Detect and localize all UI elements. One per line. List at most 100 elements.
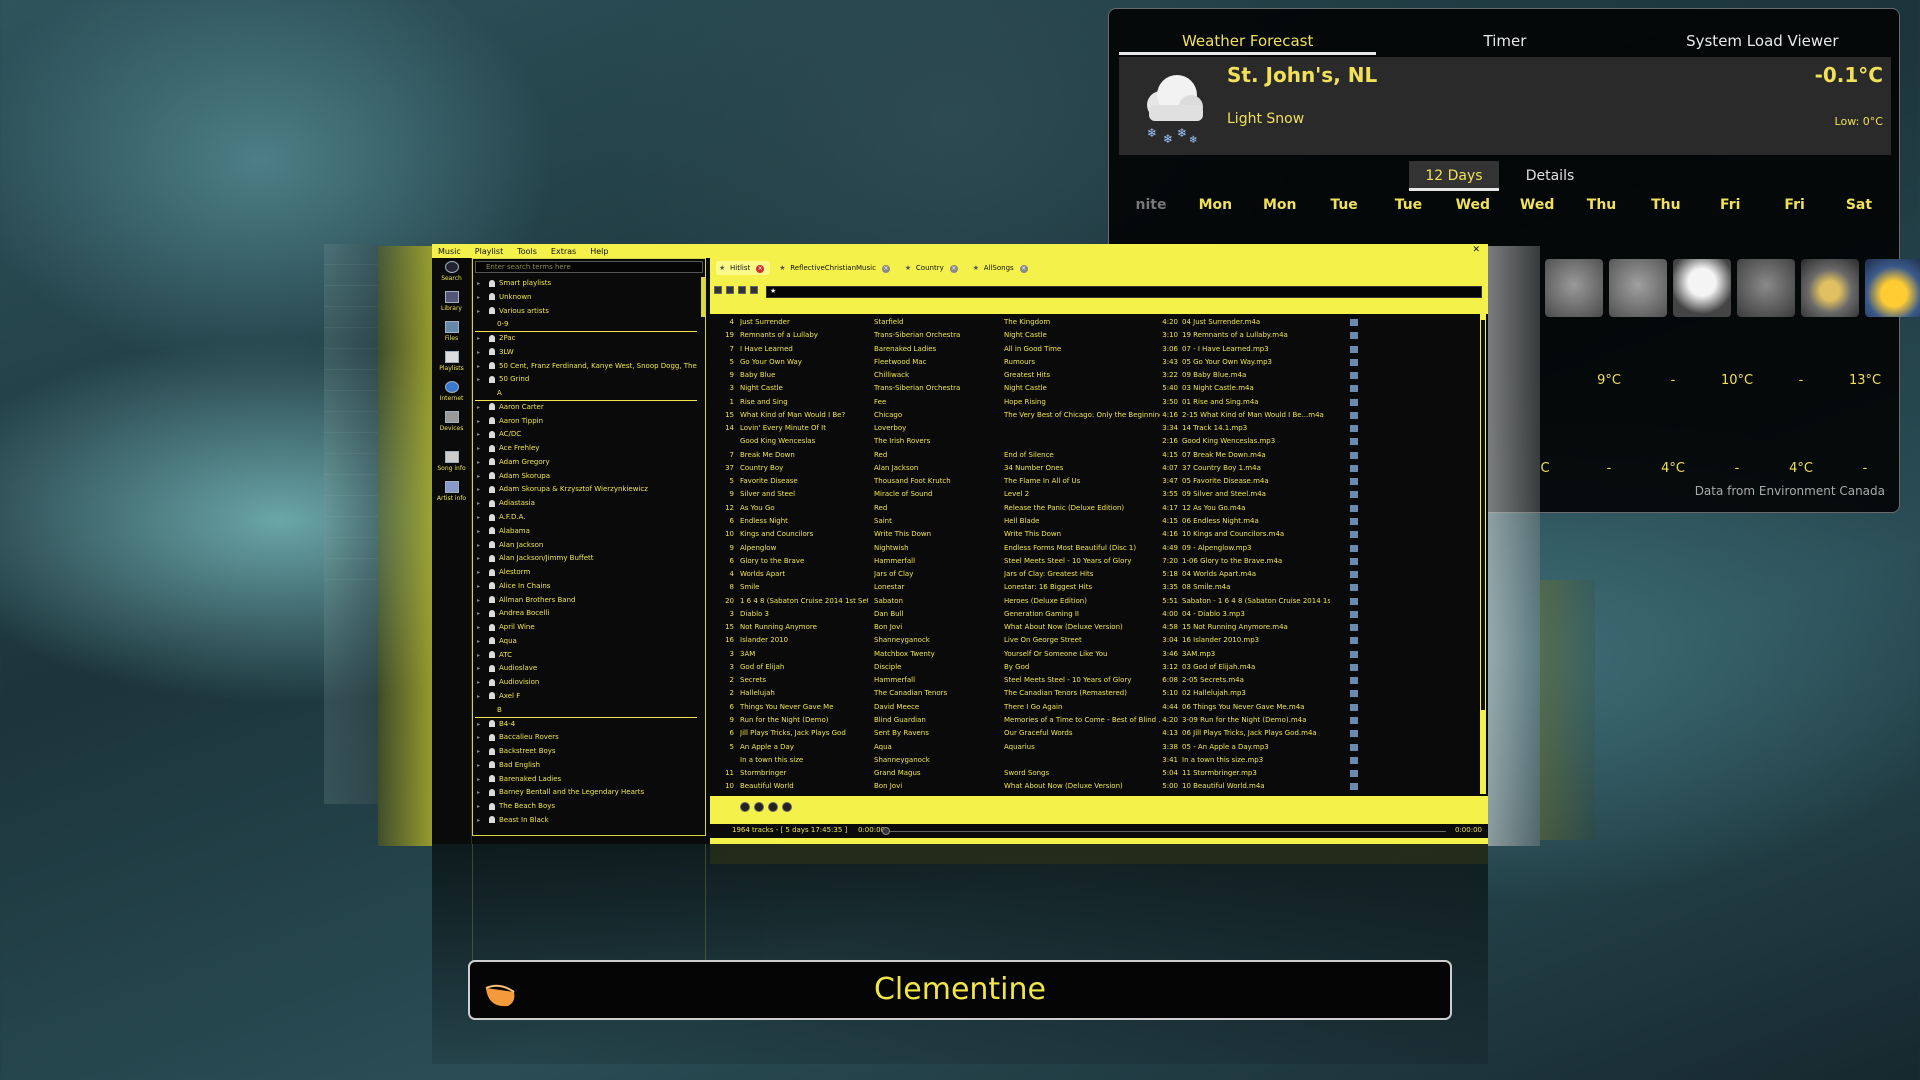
library-item[interactable]: Bad English	[475, 759, 697, 773]
library-item[interactable]: Various artists	[475, 305, 697, 319]
table-row[interactable]: 8 Smile Lonestar Lonestar: 16 Biggest Hits 3…	[714, 581, 1478, 594]
menu-extras[interactable]: Extras	[551, 247, 576, 256]
toolbar-icon[interactable]	[750, 286, 758, 294]
seek-handle[interactable]	[882, 827, 890, 835]
toolbar-icon[interactable]	[714, 286, 722, 294]
library-item[interactable]: Alabama	[475, 525, 697, 539]
library-item[interactable]: Audioslave	[475, 662, 697, 676]
table-row[interactable]: 10 Beautiful World Bon Jovi What About Now …	[714, 780, 1478, 793]
toolbar-icon[interactable]	[738, 286, 746, 294]
close-icon[interactable]: ×	[881, 265, 890, 273]
library-item[interactable]: Alan Jackson/Jimmy Buffett	[475, 552, 697, 566]
table-row[interactable]: 16 Islander 2010 Shanneyganock Live On Geor…	[714, 634, 1478, 647]
library-scrollbar[interactable]	[701, 277, 705, 317]
table-row[interactable]: 19 Remnants of a Lullaby Trans-Siberian Or…	[714, 329, 1478, 342]
table-row[interactable]: 6 Things You Never Gave Me David Meece Ther…	[714, 701, 1478, 714]
table-row[interactable]: 6 Endless Night Saint Hell Blade 4:15 06 Endl…	[714, 515, 1478, 528]
library-item[interactable]: 2Pac	[475, 332, 697, 346]
table-row[interactable]: Good King Wenceslas The Irish Rovers 2:16 G…	[714, 435, 1478, 448]
library-item[interactable]: Alan Jackson	[475, 539, 697, 553]
tab-weather-forecast[interactable]: Weather Forecast	[1119, 19, 1377, 55]
tab-timer[interactable]: Timer	[1376, 19, 1633, 55]
playlist-tab[interactable]: ★ AllSongs ×	[970, 261, 1034, 275]
table-row[interactable]: 15 Not Running Anymore Bon Jovi What About …	[714, 621, 1478, 634]
table-row[interactable]: 14 Lovin' Every Minute Of It Loverboy 3:34 1…	[714, 422, 1478, 435]
library-item[interactable]: Smart playlists	[475, 277, 697, 291]
menu-playlist[interactable]: Playlist	[475, 247, 503, 256]
menu-help[interactable]: Help	[590, 247, 608, 256]
playlist-tab[interactable]: ★ Country ×	[902, 261, 964, 275]
library-item[interactable]: Barenaked Ladies	[475, 773, 697, 787]
playlist-tab[interactable]: ★ ReflectiveChristianMusic ×	[776, 261, 896, 275]
library-item[interactable]: Aqua	[475, 635, 697, 649]
library-item[interactable]: Baccalieu Rovers	[475, 731, 697, 745]
library-item[interactable]: 50 Cent, Franz Ferdinand, Kanye West, Sn…	[475, 360, 697, 374]
table-row[interactable]: 2 Hallelujah The Canadian Tenors The Canadi…	[714, 687, 1478, 700]
menu-music[interactable]: Music	[438, 247, 461, 256]
library-item[interactable]: Alestorm	[475, 566, 697, 580]
tab-details[interactable]: Details	[1505, 161, 1595, 191]
sidebar-item-song-info[interactable]: Song info	[432, 448, 471, 478]
table-row[interactable]: 9 Silver and Steel Miracle of Sound Level 2…	[714, 488, 1478, 501]
table-row[interactable]: 1 Rise and Sing Fee Hope Rising 3:50 01 Rise …	[714, 396, 1478, 409]
sidebar-item-internet[interactable]: Internet	[432, 378, 471, 408]
playlist-scrollbar-thumb[interactable]	[1481, 320, 1485, 710]
sidebar-item-devices[interactable]: Devices	[432, 408, 471, 438]
sidebar-item-library[interactable]: Library	[432, 288, 471, 318]
table-row[interactable]: 20 1 6 4 8 (Sabaton Cruise 2014 1st Set) S…	[714, 595, 1478, 608]
tab-system-load-viewer[interactable]: System Load Viewer	[1634, 19, 1891, 55]
table-row[interactable]: 5 Go Your Own Way Fleetwood Mac Rumours 3:43…	[714, 356, 1478, 369]
next-icon[interactable]	[782, 802, 792, 812]
table-row[interactable]: 11 Stormbringer Grand Magus Sword Songs 5:04…	[714, 767, 1478, 780]
library-item[interactable]: Adam Gregory	[475, 456, 697, 470]
table-row[interactable]: 9 Alpenglow Nightwish Endless Forms Most Be…	[714, 542, 1478, 555]
table-row[interactable]: 4 Worlds Apart Jars of Clay Jars of Clay: G…	[714, 568, 1478, 581]
library-item[interactable]: Allman Brothers Band	[475, 594, 697, 608]
table-row[interactable]: 9 Run for the Night (Demo) Blind Guardian M…	[714, 714, 1478, 727]
table-row[interactable]: 5 An Apple a Day Aqua Aquarius 3:38 05 - An A…	[714, 741, 1478, 754]
tab-12-days[interactable]: 12 Days	[1409, 161, 1499, 191]
library-item[interactable]: Adiastasia	[475, 497, 697, 511]
close-icon[interactable]: ✕	[1472, 245, 1480, 255]
table-row[interactable]: 6 Jill Plays Tricks, Jack Plays God Sent B…	[714, 727, 1478, 740]
library-item[interactable]: 3LW	[475, 346, 697, 360]
library-item[interactable]: B4-4	[475, 718, 697, 732]
table-row[interactable]: 3 Diablo 3 Dan Bull Generation Gaming II 4:0…	[714, 608, 1478, 621]
sidebar-item-artist-info[interactable]: Artist info	[432, 478, 471, 508]
table-row[interactable]: 3 God of Elijah Disciple By God 3:12 03 God o…	[714, 661, 1478, 674]
library-item[interactable]: Andrea Bocelli	[475, 607, 697, 621]
library-item[interactable]: A.F.D.A.	[475, 511, 697, 525]
table-row[interactable]: 3 Night Castle Trans-Siberian Orchestra Nig…	[714, 382, 1478, 395]
previous-icon[interactable]	[740, 802, 750, 812]
sidebar-item-files[interactable]: Files	[432, 318, 471, 348]
library-item[interactable]: Unknown	[475, 291, 697, 305]
table-row[interactable]: 7 I Have Learned Barenaked Ladies All in Go…	[714, 343, 1478, 356]
library-item[interactable]: Adam Skorupa & Krzysztof Wierzynkiewicz	[475, 483, 697, 497]
library-item[interactable]: Beast In Black	[475, 814, 697, 828]
seek-slider[interactable]	[886, 831, 1446, 832]
table-row[interactable]: 9 Baby Blue Chilliwack Greatest Hits 3:22 09 …	[714, 369, 1478, 382]
table-row[interactable]: 6 Glory to the Brave Hammerfall Steel Meets…	[714, 555, 1478, 568]
close-icon[interactable]: ×	[1019, 265, 1028, 273]
library-item[interactable]: Barney Bentall and the Legendary Hearts	[475, 786, 697, 800]
sidebar-item-playlists[interactable]: Playlists	[432, 348, 471, 378]
table-row[interactable]: 3 3AM Matchbox Twenty Yourself Or Someone L…	[714, 648, 1478, 661]
table-row[interactable]: 4 Just Surrender Starfield The Kingdom 4:20 0…	[714, 316, 1478, 329]
close-icon[interactable]: ×	[949, 265, 958, 273]
playlist-tab[interactable]: ★ Hitlist ×	[716, 261, 771, 275]
close-icon[interactable]: ×	[756, 265, 765, 273]
table-row[interactable]: In a town this size Shanneyganock 3:41 In a…	[714, 754, 1478, 767]
library-item[interactable]: Alice In Chains	[475, 580, 697, 594]
library-item[interactable]: Backstreet Boys	[475, 745, 697, 759]
library-item[interactable]: The Beach Boys	[475, 800, 697, 814]
table-row[interactable]: 2 Secrets Hammerfall Steel Meets Steel - 10…	[714, 674, 1478, 687]
table-row[interactable]: 7 Break Me Down Red End of Silence 4:15 07 Br…	[714, 449, 1478, 462]
library-item[interactable]: Axel F	[475, 690, 697, 704]
play-icon[interactable]	[754, 802, 764, 812]
library-item[interactable]: April Wine	[475, 621, 697, 635]
library-item[interactable]: Adam Skorupa	[475, 470, 697, 484]
table-row[interactable]: 37 Country Boy Alan Jackson 34 Number Ones 4…	[714, 462, 1478, 475]
library-item[interactable]: Aaron Tippin	[475, 415, 697, 429]
menu-tools[interactable]: Tools	[517, 247, 537, 256]
library-item[interactable]: Ace Frehley	[475, 442, 697, 456]
